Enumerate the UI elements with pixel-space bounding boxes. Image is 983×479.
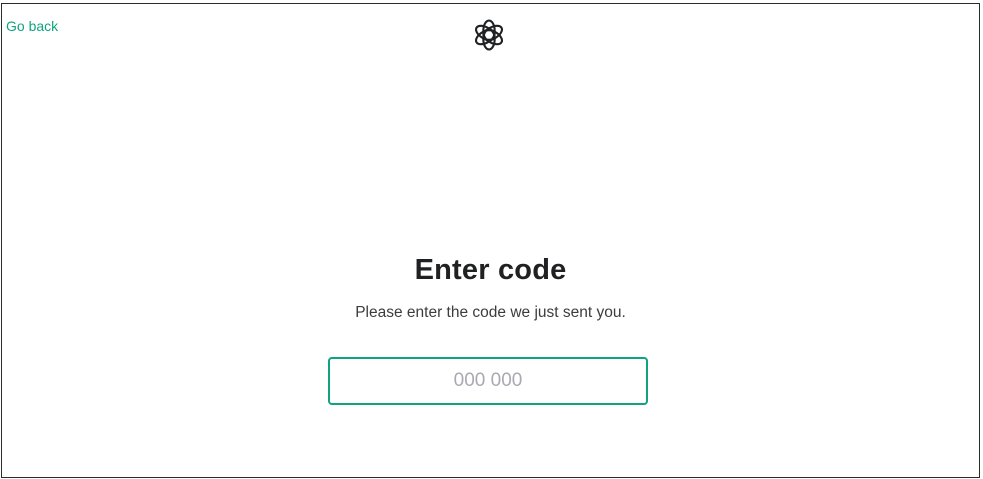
verification-code-input[interactable]: [328, 357, 648, 405]
page-frame: Go back Enter code Please enter the code…: [1, 3, 980, 478]
openai-logo-icon: [472, 18, 506, 52]
go-back-link[interactable]: Go back: [6, 18, 58, 34]
page-subtitle: Please enter the code we just sent you.: [355, 304, 626, 321]
page-title: Enter code: [414, 254, 567, 286]
